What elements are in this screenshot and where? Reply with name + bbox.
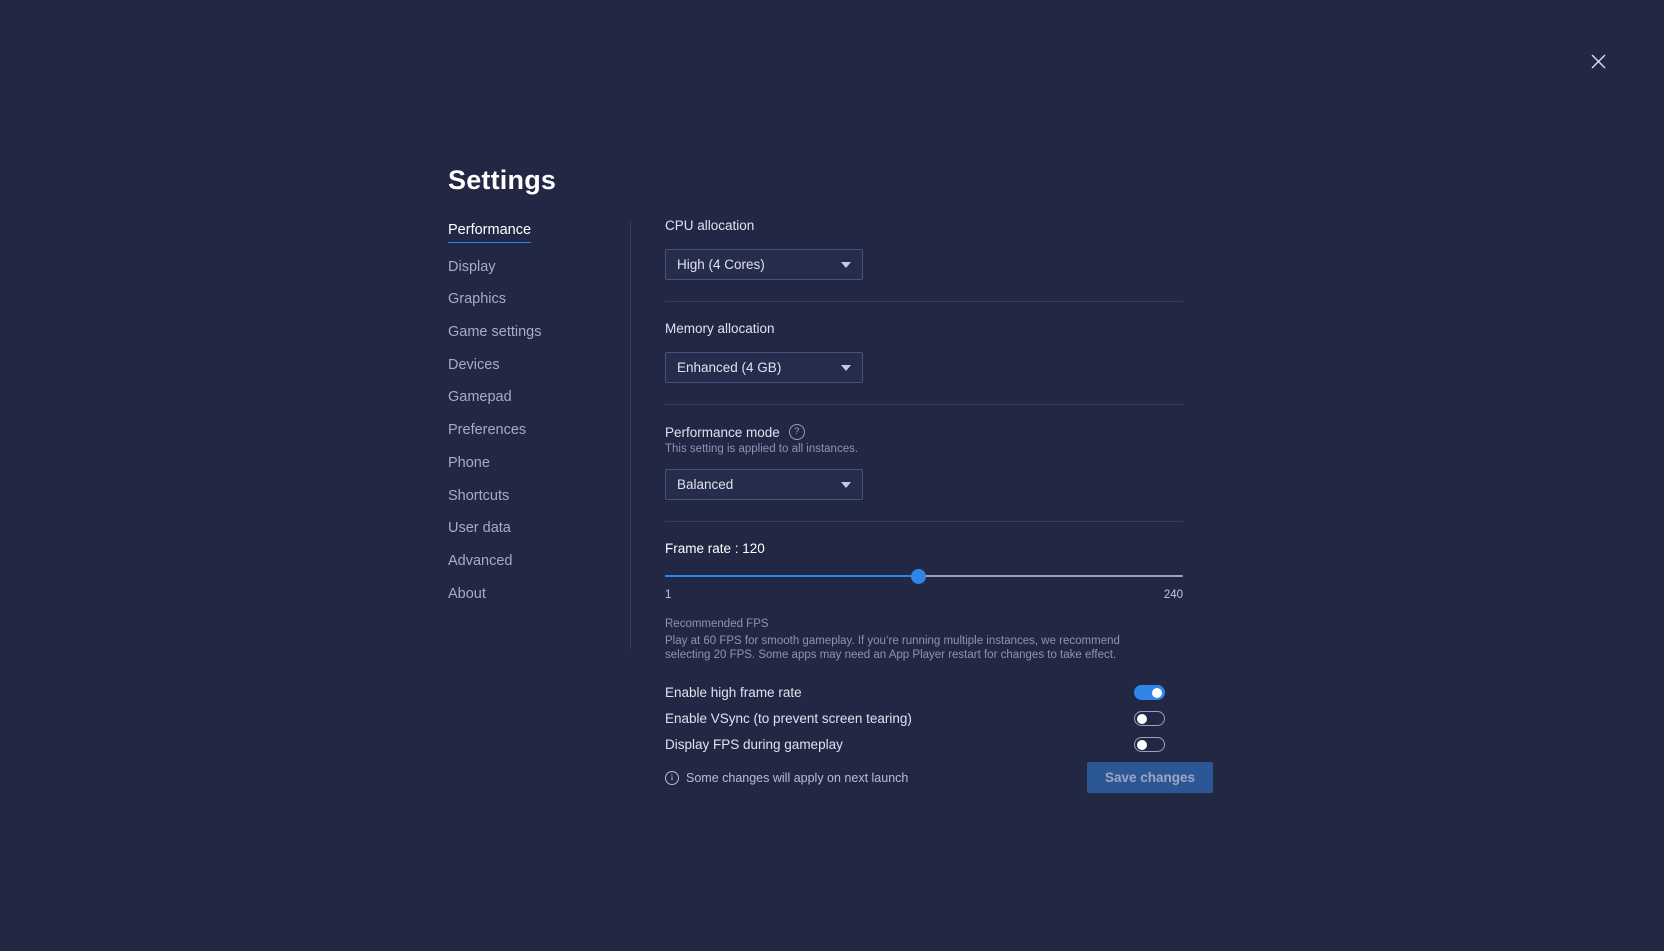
save-changes-button[interactable]: Save changes	[1087, 762, 1213, 793]
memory-allocation-section: Memory allocation Enhanced (4 GB)	[665, 321, 1183, 383]
vsync-toggle[interactable]	[1134, 711, 1165, 726]
sidebar-item-advanced[interactable]: Advanced	[448, 554, 513, 570]
toggle-list: Enable high frame rate Enable VSync (to …	[665, 680, 1183, 758]
sidebar-item-user-data[interactable]: User data	[448, 521, 511, 537]
question-mark-icon[interactable]: ?	[789, 424, 805, 440]
settings-dialog: Settings Performance Display Graphics Ga…	[0, 0, 1664, 951]
sidebar-item-graphics[interactable]: Graphics	[448, 292, 506, 308]
divider	[665, 521, 1183, 522]
toggle-knob	[1137, 714, 1147, 724]
divider	[665, 404, 1183, 405]
cpu-allocation-select[interactable]: High (4 Cores)	[665, 249, 863, 280]
next-launch-note-text: Some changes will apply on next launch	[686, 771, 908, 785]
toggle-row: Display FPS during gameplay	[665, 732, 1165, 758]
frame-rate-section: Frame rate : 120 1 240 Recommended FPS P…	[665, 541, 1183, 663]
frame-rate-slider[interactable]	[665, 569, 1183, 583]
memory-allocation-select[interactable]: Enhanced (4 GB)	[665, 352, 863, 383]
frame-rate-max-label: 240	[1164, 589, 1183, 601]
sidebar-item-phone[interactable]: Phone	[448, 456, 490, 472]
performance-mode-value: Balanced	[677, 477, 733, 492]
vertical-divider	[630, 222, 631, 649]
memory-allocation-label: Memory allocation	[665, 321, 1183, 336]
cpu-allocation-value: High (4 Cores)	[677, 257, 765, 272]
sidebar-item-display[interactable]: Display	[448, 260, 496, 276]
slider-thumb[interactable]	[911, 569, 926, 584]
recommended-fps-title: Recommended FPS	[665, 618, 1183, 630]
divider	[665, 301, 1183, 302]
page-title: Settings	[448, 165, 556, 196]
chevron-down-icon	[841, 482, 851, 488]
sidebar-item-preferences[interactable]: Preferences	[448, 423, 526, 439]
sidebar-item-devices[interactable]: Devices	[448, 358, 500, 374]
next-launch-note: i Some changes will apply on next launch	[665, 771, 908, 785]
sidebar: Performance Display Graphics Game settin…	[448, 222, 618, 618]
cpu-allocation-section: CPU allocation High (4 Cores)	[665, 218, 1183, 280]
toggle-knob	[1137, 740, 1147, 750]
info-circle-icon: i	[665, 771, 679, 785]
chevron-down-icon	[841, 365, 851, 371]
frame-rate-min-label: 1	[665, 589, 671, 601]
sidebar-item-gamepad[interactable]: Gamepad	[448, 390, 512, 406]
sidebar-item-shortcuts[interactable]: Shortcuts	[448, 489, 509, 505]
recommended-fps-body: Play at 60 FPS for smooth gameplay. If y…	[665, 634, 1145, 663]
performance-mode-label-row: Performance mode ?	[665, 424, 1183, 440]
toggle-row: Enable high frame rate	[665, 680, 1165, 706]
display-fps-toggle[interactable]	[1134, 737, 1165, 752]
vsync-label: Enable VSync (to prevent screen tearing)	[665, 711, 912, 726]
performance-mode-select[interactable]: Balanced	[665, 469, 863, 500]
close-icon[interactable]	[1585, 48, 1611, 74]
settings-content: CPU allocation High (4 Cores) Memory all…	[665, 218, 1183, 758]
slider-track-fill	[665, 575, 919, 577]
frame-rate-label: Frame rate : 120	[665, 541, 1183, 556]
performance-mode-section: Performance mode ? This setting is appli…	[665, 424, 1183, 500]
frame-rate-scale: 1 240	[665, 589, 1183, 601]
cpu-allocation-label: CPU allocation	[665, 218, 1183, 233]
chevron-down-icon	[841, 262, 851, 268]
memory-allocation-value: Enhanced (4 GB)	[677, 360, 781, 375]
high-frame-rate-toggle[interactable]	[1134, 685, 1165, 700]
performance-mode-description: This setting is applied to all instances…	[665, 443, 1183, 455]
high-frame-rate-label: Enable high frame rate	[665, 685, 802, 700]
performance-mode-label: Performance mode	[665, 425, 780, 440]
toggle-row: Enable VSync (to prevent screen tearing)	[665, 706, 1165, 732]
display-fps-label: Display FPS during gameplay	[665, 737, 843, 752]
toggle-knob	[1152, 688, 1162, 698]
sidebar-item-game-settings[interactable]: Game settings	[448, 325, 542, 341]
sidebar-item-about[interactable]: About	[448, 587, 486, 603]
footer: i Some changes will apply on next launch…	[665, 762, 1213, 793]
sidebar-item-performance[interactable]: Performance	[448, 223, 531, 243]
